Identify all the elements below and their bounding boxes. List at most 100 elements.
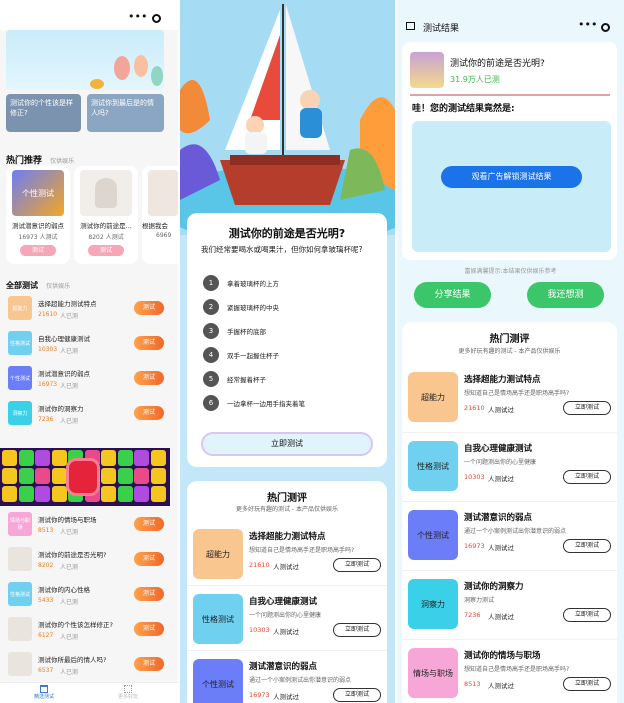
start-test-button[interactable]: 立即测试 <box>333 688 381 702</box>
header-bar: ••• <box>0 0 178 30</box>
list-item[interactable]: 测试你的个性该怎样修正? 6127 人已测 测试 <box>0 611 178 646</box>
gem-tile <box>150 468 166 484</box>
more-icon[interactable]: ••• <box>128 10 147 23</box>
item-count: 16973 <box>249 691 270 699</box>
list-item[interactable]: 洞察力 测试你的洞察力 7236 人已测 测试 <box>0 395 178 430</box>
home-icon[interactable] <box>406 22 415 30</box>
item-thumbnail: 个性测试 <box>193 659 243 703</box>
card-count: 8202 人测试 <box>88 234 124 241</box>
gem-tile <box>51 450 67 466</box>
answer-option[interactable]: 4 双手一起握住杯子 <box>203 345 373 369</box>
test-button[interactable]: 测试 <box>134 622 164 636</box>
test-button[interactable]: 测试 <box>134 587 164 601</box>
start-test-button[interactable]: 立即测试 <box>563 470 611 484</box>
list-item[interactable]: 超能力 选择超能力测试特点 21610 人已测 测试 <box>0 290 178 325</box>
start-test-button[interactable]: 立即测试 <box>563 608 611 622</box>
game-ad-banner[interactable] <box>0 448 170 506</box>
start-test-button[interactable]: 立即测试 <box>333 623 381 637</box>
answer-option[interactable]: 6 一边拿杯一边用手指夹着笔 <box>203 393 373 417</box>
item-title: 测试潜意识的弱点 <box>38 370 90 378</box>
section-subtitle: 仅供娱乐 <box>46 283 71 290</box>
option-text: 双手一起握住杯子 <box>227 352 279 360</box>
option-text: 紧握玻璃杯的中央 <box>227 304 279 312</box>
thumb-label: 个性测试 <box>417 530 449 540</box>
start-test-button[interactable]: 立即测试 <box>563 539 611 553</box>
item-count: 21610 <box>38 311 58 318</box>
item-count: 10303 <box>38 346 58 353</box>
test-button[interactable]: 测试 <box>134 517 164 531</box>
item-title: 测试你的内心性格 <box>38 586 90 594</box>
more-icon[interactable]: ••• <box>578 18 597 31</box>
hot-card[interactable]: 个性测试 测试潜意识的弱点 16973 人测试 测试 <box>6 166 70 264</box>
item-count-suffix: 人已测 <box>60 313 79 320</box>
item-count-suffix: 人测试过 <box>273 693 299 701</box>
eval-item[interactable]: 情场与职场 测试你的情场与职场 想知道自己是情场高手还是职场高手吗? 8513 人测试过… <box>402 640 617 703</box>
eval-item[interactable]: 洞察力 测试你的洞察力 洞察力测试 7236 人测试过 立即测试 <box>402 571 617 640</box>
item-title: 自我心理健康测试 <box>464 444 533 454</box>
quiz-screen: 测试你的前途是否光明? 我们经常要喝水或喝果汁，但你如何拿玻璃杯呢? 1 拿着玻璃… <box>180 0 395 703</box>
target-icon[interactable] <box>152 14 161 23</box>
gem-image <box>66 458 100 496</box>
section-subtitle: 更多好玩有趣的测试 - 本产品仅供娱乐 <box>236 506 338 513</box>
list-item[interactable]: 测试你的前途是否光明? 8202 人已测 测试 <box>0 541 178 576</box>
card-title: 测试潜意识的弱点 <box>12 222 64 230</box>
answer-option[interactable]: 3 手握杯的底部 <box>203 321 373 345</box>
tab-more[interactable]: 更多好玩 <box>110 685 146 700</box>
tab-bar: 精选测试 更多好玩 <box>0 682 178 703</box>
banner[interactable] <box>6 30 164 90</box>
banner-tile-1[interactable]: 测试你的个性该是样修正? <box>6 94 81 132</box>
banner-tile-2[interactable]: 测试你到最后是的情人吗? <box>87 94 164 132</box>
list-item[interactable]: 个性测试 测试潜意识的弱点 16973 人已测 测试 <box>0 360 178 395</box>
unlock-result-button[interactable]: 观看广告解锁测试结果 <box>441 166 582 188</box>
item-thumbnail: 情场与职场 <box>408 648 458 698</box>
answer-option[interactable]: 1 拿着玻璃杯的上方 <box>203 273 373 297</box>
start-test-button[interactable]: 立即测试 <box>201 432 373 456</box>
list-item[interactable]: 情场与职场 测试你的情场与职场 8513 人已测 测试 <box>0 506 178 541</box>
eval-item[interactable]: 性格测试 自我心理健康测试 一个问题测出你的心里健康 10303 人测试过 立即测试 <box>187 586 387 651</box>
item-thumbnail: 性格测试 <box>8 331 32 355</box>
start-test-button[interactable]: 立即测试 <box>333 558 381 572</box>
eval-item[interactable]: 个性测试 测试潜意识的弱点 通过一个小案例测试出你潜意识的弱点 16973 人测试过 立即… <box>187 651 387 703</box>
test-button[interactable]: 测试 <box>134 657 164 671</box>
start-test-button[interactable]: 立即测试 <box>563 677 611 691</box>
test-button[interactable]: 测试 <box>134 336 164 350</box>
share-result-button[interactable]: 分享结果 <box>414 282 491 308</box>
section-subtitle: 更多好玩有趣的测试 - 本产品仅供娱乐 <box>458 348 561 355</box>
gem-tile <box>2 486 17 502</box>
gem-tile <box>2 450 17 466</box>
hot-card[interactable]: 根据我会 6969 <box>142 166 178 264</box>
start-test-button[interactable]: 立即测试 <box>563 401 611 415</box>
item-thumbnail: 性格测试 <box>193 594 243 644</box>
item-title: 自我心理健康测试 <box>249 597 318 607</box>
eval-item[interactable]: 性格测试 自我心理健康测试 一个问题测出你的心里健康 10303 人测试过 立即测试 <box>402 433 617 502</box>
tab-featured[interactable]: 精选测试 <box>26 685 62 700</box>
test-button[interactable]: 测试 <box>134 371 164 385</box>
target-icon[interactable] <box>601 23 610 32</box>
test-button[interactable]: 测试 <box>134 552 164 566</box>
option-list: 1 拿着玻璃杯的上方 2 紧握玻璃杯的中央 3 手握杯的底部 4 双手一起握住杯子 5 经常握着杯… <box>203 273 373 417</box>
test-again-button[interactable]: 我还想测 <box>527 282 604 308</box>
gem-tile <box>18 468 34 484</box>
card-thumbnail <box>148 170 178 216</box>
hot-card[interactable]: 测试你的前途是... 8202 人测试 测试 <box>74 166 138 264</box>
eval-item[interactable]: 超能力 选择超能力测试特点 想知道自己是情场高手还是职场高手吗? 21610 人测试过 立… <box>187 521 387 586</box>
thumb-label: 性格测试 <box>9 340 30 347</box>
card-test-button[interactable]: 测试 <box>20 245 56 256</box>
list-item[interactable]: 性格测试 测试你的内心性格 5433 人已测 测试 <box>0 576 178 611</box>
eval-item[interactable]: 超能力 选择超能力测试特点 想知道自己是情场高手还是职场高手吗? 21610 人测试过 立… <box>402 364 617 433</box>
item-count-suffix: 人已测 <box>60 669 79 676</box>
item-thumbnail: 洞察力 <box>408 579 458 629</box>
card-test-button[interactable]: 测试 <box>88 245 124 256</box>
option-text: 一边拿杯一边用手指夹着笔 <box>227 400 305 408</box>
quiz-question: 我们经常要喝水或喝果汁，但你如何拿玻璃杯呢? <box>201 245 363 254</box>
test-button[interactable]: 测试 <box>134 301 164 315</box>
eval-list: 超能力 选择超能力测试特点 想知道自己是情场高手还是职场高手吗? 21610 人测试过立… <box>187 521 387 703</box>
answer-option[interactable]: 2 紧握玻璃杯的中央 <box>203 297 373 321</box>
list-item[interactable]: 性格测试 自我心理健康测试 10303 人已测 测试 <box>0 325 178 360</box>
list-item[interactable]: 测试你所最后的情人吗? 6537 人已测 测试 <box>0 646 178 681</box>
eval-item[interactable]: 个性测试 测试潜意识的弱点 通过一个小案例测试出你潜意识的弱点 16973 人测试过 立即… <box>402 502 617 571</box>
test-button[interactable]: 测试 <box>134 406 164 420</box>
answer-option[interactable]: 5 经常握着杯子 <box>203 369 373 393</box>
eval-list: 超能力 选择超能力测试特点 想知道自己是情场高手还是职场高手吗? 21610 人测试过立… <box>402 364 617 703</box>
item-desc: 通过一个小案例测试出你潜意识的弱点 <box>464 528 567 535</box>
